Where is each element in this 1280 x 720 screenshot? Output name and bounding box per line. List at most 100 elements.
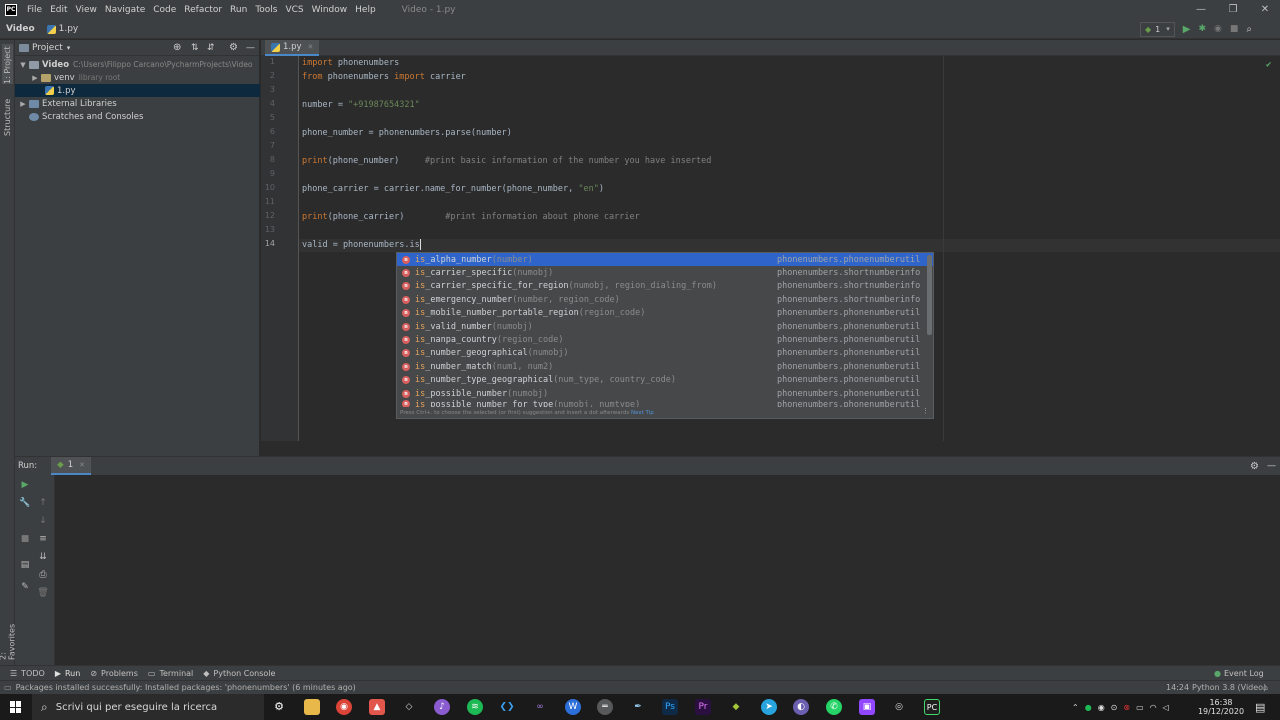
bottom-tab-python-console[interactable]: ◆ Python Console <box>203 669 275 678</box>
soft-wrap-icon[interactable]: ≡ <box>37 533 49 545</box>
completion-item[interactable]: m is_number_type_geographical (num_type, c… <box>397 374 933 387</box>
chrome-icon[interactable]: ◉ <box>336 699 352 715</box>
wrench-icon[interactable]: 🔧 <box>19 497 31 509</box>
unity-icon[interactable]: ◇ <box>401 699 417 715</box>
gear-icon[interactable]: ⚙ <box>1250 461 1259 472</box>
completion-item[interactable]: m is_carrier_specific_for_region (numobj, … <box>397 280 933 293</box>
menu-code[interactable]: Code <box>149 5 180 15</box>
editor-tab-1py[interactable]: 1.py ✕ <box>265 40 320 56</box>
completion-item[interactable]: m is_possible_number_for_type (numobj, num… <box>397 400 933 408</box>
completion-item[interactable]: m is_valid_number (numobj) phonenumbers.pho… <box>397 320 933 333</box>
favorites-tool-tab[interactable]: 2: Favorites <box>0 614 17 660</box>
run-tab-1[interactable]: ◆ 1 ✕ <box>51 457 92 475</box>
spotify-icon[interactable]: ≋ <box>467 699 483 715</box>
close-tab-icon[interactable]: ✕ <box>308 43 314 51</box>
feather-app-icon[interactable]: ✒ <box>630 699 646 715</box>
menu-navigate[interactable]: Navigate <box>101 5 149 15</box>
bottom-tab-todo[interactable]: ☰ TODO <box>10 669 45 678</box>
tree-item-file[interactable]: 1.py <box>15 84 260 97</box>
chevron-down-icon[interactable]: ▾ <box>67 44 71 52</box>
wifi-icon[interactable]: ◠ <box>1150 703 1157 712</box>
app-icon[interactable]: ═ <box>597 699 613 715</box>
completion-item[interactable]: m is_number_match (num1, num2) phonenumbers… <box>397 360 933 373</box>
close-button[interactable]: ✕ <box>1249 0 1280 20</box>
completion-item[interactable]: m is_possible_number (numobj) phonenumbers.… <box>397 387 933 400</box>
whatsapp-icon[interactable]: ✆ <box>826 699 842 715</box>
hide-icon[interactable]: — <box>1267 461 1276 471</box>
android-studio-icon[interactable]: ◆ <box>728 699 744 715</box>
tree-item-venv[interactable]: ▶ venv library root <box>15 71 260 84</box>
run-config-selector[interactable]: ◆ 1 ▾ <box>1140 21 1175 37</box>
telegram-icon[interactable]: ➤ <box>761 699 777 715</box>
clock[interactable]: 16:38 19/12/2020 <box>1198 694 1244 720</box>
tree-item-scratches[interactable]: Scratches and Consoles <box>15 110 260 123</box>
music-app-icon[interactable]: ♪ <box>434 699 450 715</box>
completion-item[interactable]: m is_mobile_number_portable_region (region… <box>397 307 933 320</box>
event-log-button[interactable]: ● Event Log <box>1214 669 1264 678</box>
taskbar-search-box[interactable]: ⌕ Scrivi qui per eseguire la ricerca <box>32 694 264 720</box>
bottom-tab-problems[interactable]: ⊘ Problems <box>90 669 138 678</box>
menu-file[interactable]: File <box>23 5 46 15</box>
stop-icon[interactable]: ■ <box>19 533 31 545</box>
menu-tools[interactable]: Tools <box>251 5 281 15</box>
scroll-to-end-icon[interactable]: ⇊ <box>37 551 49 563</box>
structure-tool-tab[interactable]: Structure <box>2 92 13 136</box>
app-icon[interactable]: ▲ <box>369 699 385 715</box>
photoshop-icon[interactable]: Ps <box>662 699 678 715</box>
breadcrumb-file[interactable]: 1.py <box>41 24 85 34</box>
next-tip-link[interactable]: Next Tip <box>631 410 654 416</box>
more-options-icon[interactable]: ⋮ <box>922 407 929 415</box>
premiere-icon[interactable]: Pr <box>695 699 711 715</box>
stop-icon[interactable]: ■ <box>1230 24 1239 34</box>
layout-icon[interactable]: ▤ <box>19 559 31 571</box>
debug-icon[interactable]: ✱ <box>1198 24 1206 34</box>
status-message[interactable]: Packages installed successfully: Install… <box>16 683 356 692</box>
project-tool-tab[interactable]: 1: Project <box>2 44 13 84</box>
completion-item[interactable]: m is_carrier_specific (numobj) phonenumbers… <box>397 266 933 279</box>
completion-item[interactable]: m is_emergency_number (number, region_code… <box>397 293 933 306</box>
down-arrow-icon[interactable]: ↓ <box>37 515 49 527</box>
tree-item-project-root[interactable]: ▼ Video C:\Users\Filippo Carcano\Pycharm… <box>15 58 260 71</box>
vscode-icon[interactable]: ❮❯ <box>499 699 515 715</box>
tree-item-external-libraries[interactable]: ▶ External Libraries <box>15 97 260 110</box>
pycharm-taskbar-icon[interactable]: PC <box>924 699 940 715</box>
bottom-tab-run[interactable]: ▶ Run <box>55 669 81 678</box>
visual-studio-icon[interactable]: ∞ <box>532 699 548 715</box>
app-tray-icon[interactable]: ⊙ <box>1111 703 1118 712</box>
menu-help[interactable]: Help <box>351 5 380 15</box>
volume-icon[interactable]: ◁ <box>1163 703 1169 712</box>
chevron-up-icon[interactable]: ⌃ <box>1072 703 1079 712</box>
interpreter-selector[interactable]: Python 3.8 (Video) <box>1192 683 1266 692</box>
completion-item[interactable]: m is_alpha_number (number) phonenumbers.pho… <box>397 253 933 267</box>
app-tray-icon[interactable]: ◉ <box>1098 703 1105 712</box>
locate-icon[interactable]: ⊕ <box>173 42 181 53</box>
menu-vcs[interactable]: VCS <box>281 5 307 15</box>
collapse-all-icon[interactable]: ⇵ <box>207 43 215 53</box>
lock-icon[interactable]: ⌂ <box>1263 683 1268 692</box>
menu-window[interactable]: Window <box>308 5 352 15</box>
menu-view[interactable]: View <box>72 5 101 15</box>
spotify-tray-icon[interactable]: ● <box>1085 703 1092 712</box>
settings-gear-icon[interactable]: ⚙ <box>271 699 287 715</box>
print-icon[interactable]: ⎙ <box>37 569 49 581</box>
windows-start-icon[interactable] <box>10 701 22 713</box>
app-tray-icon[interactable]: ⊗ <box>1123 703 1130 712</box>
word-pad-icon[interactable]: W <box>565 699 581 715</box>
file-explorer-icon[interactable] <box>304 699 320 715</box>
restore-button[interactable]: ❐ <box>1217 0 1249 20</box>
rerun-icon[interactable]: ▶ <box>19 479 31 491</box>
menu-run[interactable]: Run <box>226 5 251 15</box>
breadcrumb-project[interactable]: Video <box>0 24 41 34</box>
twitch-icon[interactable]: ▣ <box>859 699 875 715</box>
trash-icon[interactable]: 🗑 <box>37 587 49 599</box>
caret-position[interactable]: 14:24 <box>1166 683 1189 692</box>
gear-icon[interactable]: ⚙ <box>229 42 238 53</box>
completion-item[interactable]: m is_number_geographical (numobj) phonenumb… <box>397 347 933 360</box>
coverage-icon[interactable]: ◉ <box>1214 24 1222 34</box>
hide-icon[interactable]: — <box>246 43 255 53</box>
search-icon[interactable]: ⌕ <box>1246 24 1252 35</box>
notification-icon[interactable]: ▤ <box>1255 694 1265 720</box>
network-icon[interactable]: ▭ <box>1136 703 1144 712</box>
minimize-button[interactable]: — <box>1185 0 1217 20</box>
browser-icon[interactable]: ◐ <box>793 699 809 715</box>
